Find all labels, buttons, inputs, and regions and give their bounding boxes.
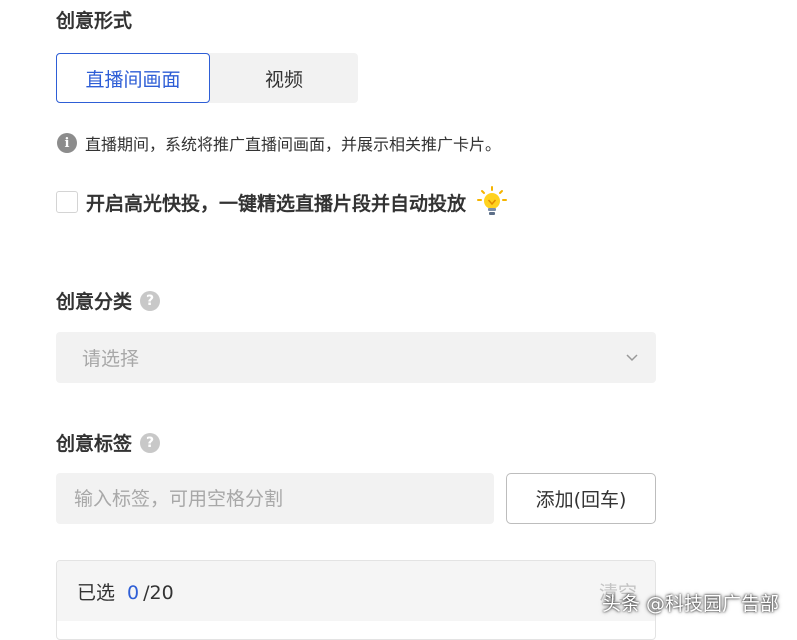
option-live-room-screen[interactable]: 直播间画面 [56, 53, 210, 103]
tags-title-text: 创意标签 [56, 433, 133, 455]
selected-label: 已选 [77, 581, 116, 604]
creative-form-title-text: 创意形式 [56, 10, 133, 32]
selected-count: 已选 0/20 [77, 578, 174, 605]
highlight-checkbox[interactable] [56, 191, 78, 213]
chevron-down-icon [626, 353, 638, 361]
selected-tags-panel: 已选 0/20 清空 [56, 560, 656, 640]
help-icon[interactable]: ? [140, 432, 161, 453]
category-select-placeholder: 请选择 [82, 348, 140, 370]
tags-title: 创意标签 ? [56, 429, 161, 456]
category-title: 创意分类 ? [56, 287, 161, 314]
info-text: 直播期间，系统将推广直播间画面，并展示相关推广卡片。 [85, 135, 502, 154]
creative-form-title: 创意形式 [56, 6, 132, 33]
highlight-label: 开启高光快投，一键精选直播片段并自动投放 [86, 192, 467, 215]
selected-count-value: 0 [127, 581, 140, 604]
selected-tags-header: 已选 0/20 清空 [57, 561, 655, 621]
watermark: 头条 @科技园广告部 [601, 593, 779, 615]
option-video[interactable]: 视频 [210, 53, 358, 103]
creative-form-info: i 直播期间，系统将推广直播间画面，并展示相关推广卡片。 [57, 131, 501, 155]
highlight-option[interactable]: 开启高光快投，一键精选直播片段并自动投放 [56, 186, 508, 218]
selected-count-max: /20 [143, 581, 174, 604]
add-tag-button[interactable]: 添加(回车) [506, 473, 656, 524]
tag-input[interactable] [56, 473, 494, 524]
lightbulb-icon [477, 186, 508, 215]
category-title-text: 创意分类 [56, 291, 133, 313]
help-icon[interactable]: ? [140, 290, 161, 311]
info-circle-icon: i [57, 133, 77, 153]
creative-form-selector: 直播间画面 视频 [56, 53, 358, 103]
category-select[interactable]: 请选择 [56, 332, 656, 383]
